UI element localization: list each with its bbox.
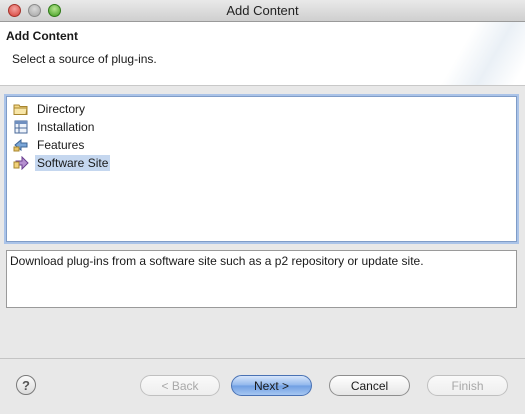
list-item-features[interactable]: Features — [13, 137, 86, 153]
title-bar: Add Content — [0, 0, 525, 22]
installation-icon — [13, 119, 29, 135]
software-site-icon — [13, 155, 29, 171]
page-description: Select a source of plug-ins. — [12, 52, 157, 66]
description-panel: Download plug-ins from a software site s… — [6, 250, 517, 308]
source-list[interactable]: Directory Installation Features Software… — [6, 96, 517, 242]
cancel-button[interactable]: Cancel — [329, 375, 410, 396]
cancel-button-label: Cancel — [350, 378, 389, 393]
window-title: Add Content — [226, 3, 299, 18]
next-button[interactable]: Next > — [231, 375, 312, 396]
list-item-installation[interactable]: Installation — [13, 119, 96, 135]
list-item-directory[interactable]: Directory — [13, 101, 87, 117]
finish-button[interactable]: Finish — [427, 375, 508, 396]
button-bar-separator — [0, 358, 525, 359]
next-button-label: Next > — [253, 378, 289, 393]
page-title: Add Content — [6, 29, 78, 43]
features-icon — [13, 137, 29, 153]
list-item-label: Software Site — [35, 155, 111, 171]
folder-icon — [13, 101, 29, 117]
back-button[interactable]: < Back — [140, 375, 220, 396]
wizard-header: Add Content Select a source of plug-ins. — [0, 22, 525, 86]
description-text: Download plug-ins from a software site s… — [10, 254, 424, 268]
list-item-label: Features — [37, 138, 85, 152]
header-decoration — [415, 22, 525, 85]
finish-button-label: Finish — [451, 378, 484, 393]
list-item-label: Installation — [37, 120, 95, 134]
list-item-software-site[interactable]: Software Site — [13, 155, 111, 171]
help-button[interactable]: ? — [16, 375, 36, 395]
list-item-label: Directory — [37, 102, 86, 116]
back-button-label: < Back — [161, 378, 199, 393]
help-icon: ? — [22, 377, 30, 393]
